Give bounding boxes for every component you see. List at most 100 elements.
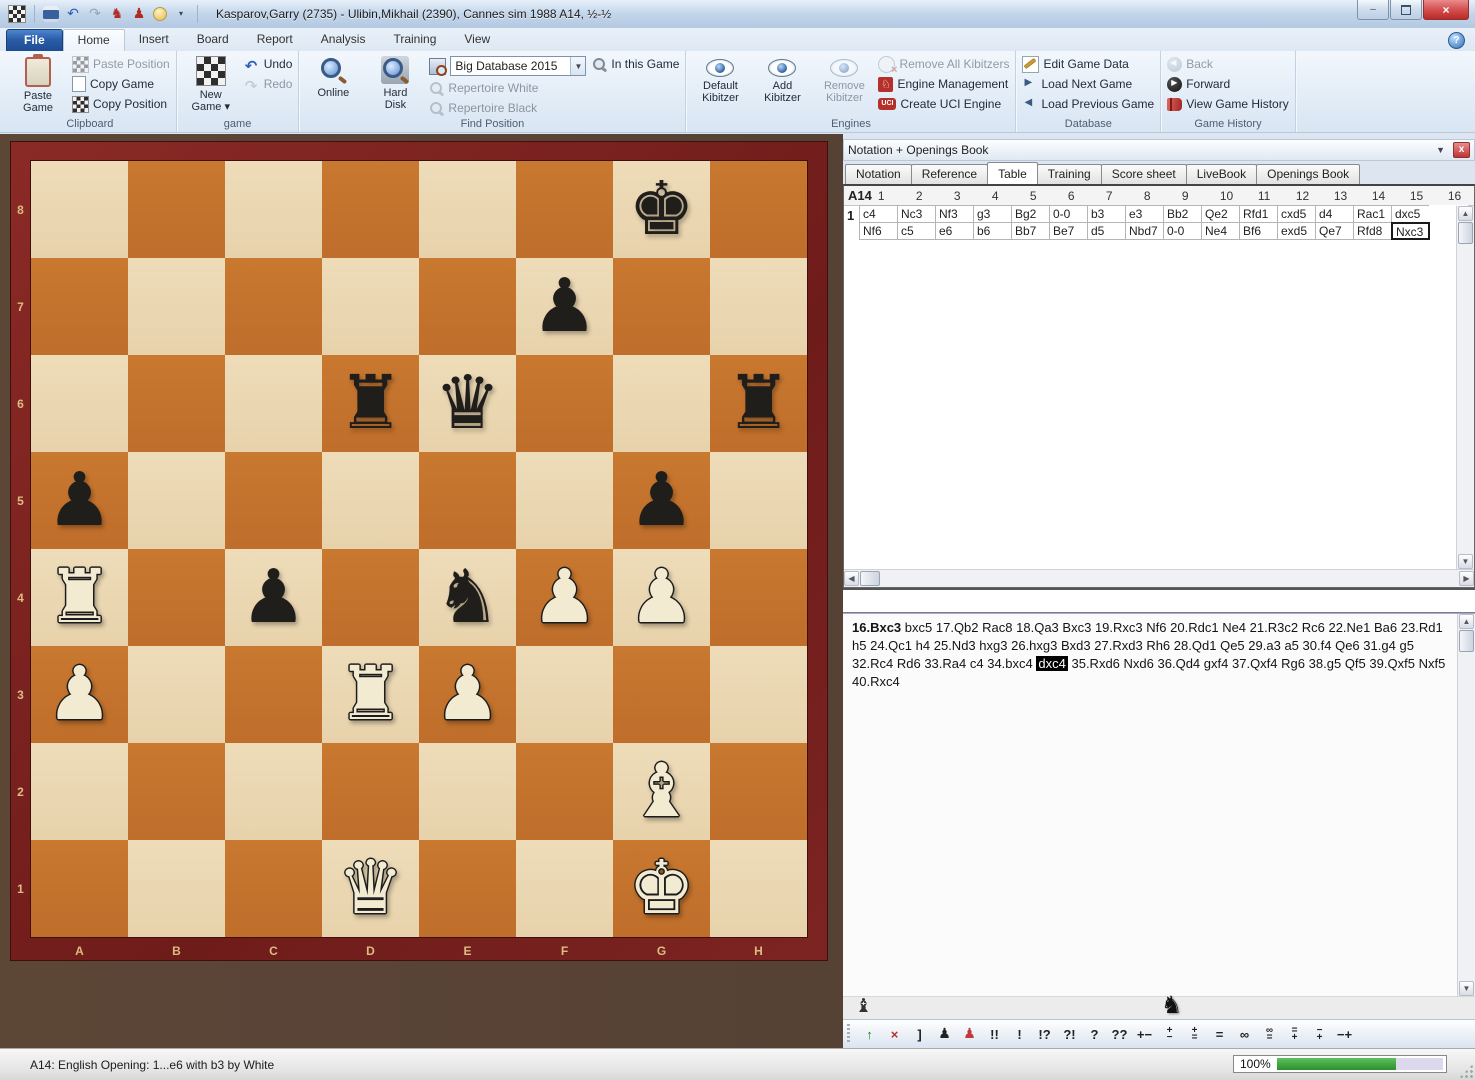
resize-grip[interactable] bbox=[1459, 1064, 1473, 1078]
move-token[interactable]: 22.Ne1 bbox=[1328, 620, 1370, 635]
ribbon-tab-home[interactable]: Home bbox=[63, 29, 125, 51]
move-token[interactable]: h4 bbox=[916, 638, 930, 653]
move-token[interactable]: Nf6 bbox=[1146, 620, 1166, 635]
square-b1[interactable] bbox=[128, 840, 225, 937]
scroll-thumb[interactable] bbox=[860, 571, 880, 586]
black-move-cell-9[interactable]: 0-0 bbox=[1163, 222, 1202, 240]
black-move-cell-4[interactable]: b6 bbox=[973, 222, 1012, 240]
move-token[interactable]: Bxc3 bbox=[1062, 620, 1091, 635]
move-token-current[interactable]: dxc4 bbox=[1036, 656, 1067, 671]
black-move-cell-7[interactable]: d5 bbox=[1087, 222, 1126, 240]
move-token[interactable]: g5 bbox=[1399, 638, 1413, 653]
move-token[interactable]: 17.Qb2 bbox=[936, 620, 979, 635]
move-token[interactable]: Rg6 bbox=[1281, 656, 1305, 671]
black-move-cell-12[interactable]: exd5 bbox=[1277, 222, 1316, 240]
white-slightly-better-button[interactable]: += bbox=[1182, 1023, 1207, 1045]
copy-position-button[interactable]: Copy Position bbox=[72, 96, 170, 112]
square-h5[interactable] bbox=[710, 452, 807, 549]
ribbon-tab-view[interactable]: View bbox=[450, 29, 504, 51]
move-token[interactable]: 24.Qc1 bbox=[870, 638, 912, 653]
minimize-button[interactable]: – bbox=[1357, 0, 1389, 20]
red-pawn-button[interactable]: ♟ bbox=[957, 1023, 982, 1045]
move-token[interactable]: Rd6 bbox=[897, 656, 921, 671]
square-a2[interactable] bbox=[31, 743, 128, 840]
move-token[interactable]: 31.g4 bbox=[1363, 638, 1396, 653]
black-move-cell-3[interactable]: e6 bbox=[935, 222, 974, 240]
move-token[interactable]: 21.R3c2 bbox=[1250, 620, 1298, 635]
database-select[interactable]: Big Database 2015▼ bbox=[450, 56, 586, 76]
white-move-cell-10[interactable]: Qe2 bbox=[1201, 205, 1240, 223]
white-move-cell-3[interactable]: Nf3 bbox=[935, 205, 974, 223]
paste-game-button[interactable]: PasteGame bbox=[10, 54, 66, 116]
panel-tab-notation[interactable]: Notation bbox=[845, 164, 912, 184]
load-previous-game-button[interactable]: Load Previous Game bbox=[1022, 96, 1154, 112]
move-token[interactable]: bxc5 bbox=[905, 620, 932, 635]
equal-button[interactable]: = bbox=[1207, 1023, 1232, 1045]
square-f4[interactable]: ♟ bbox=[516, 549, 613, 646]
scroll-up-icon[interactable]: ▲ bbox=[1459, 614, 1474, 629]
move-token[interactable]: 33.Ra4 bbox=[924, 656, 966, 671]
ribbon-tab-training[interactable]: Training bbox=[379, 29, 450, 51]
square-h7[interactable] bbox=[710, 258, 807, 355]
square-g2[interactable]: ♝ bbox=[613, 743, 710, 840]
ribbon-tab-insert[interactable]: Insert bbox=[125, 29, 183, 51]
square-b8[interactable] bbox=[128, 161, 225, 258]
black-rook-h6[interactable]: ♜ bbox=[710, 355, 807, 452]
white-move-cell-15[interactable]: dxc5 bbox=[1391, 205, 1430, 223]
create-uci-engine-button[interactable]: UCICreate UCI Engine bbox=[878, 96, 1009, 112]
white-move-cell-5[interactable]: Bg2 bbox=[1011, 205, 1050, 223]
black-move-cell-2[interactable]: c5 bbox=[897, 222, 936, 240]
black-move-cell-11[interactable]: Bf6 bbox=[1239, 222, 1278, 240]
move-token[interactable]: c4 bbox=[970, 656, 984, 671]
white-move-cell-8[interactable]: e3 bbox=[1125, 205, 1164, 223]
square-e1[interactable] bbox=[419, 840, 516, 937]
notation-vertical-scrollbar[interactable]: ▲ ▼ bbox=[1457, 614, 1475, 996]
square-g7[interactable] bbox=[613, 258, 710, 355]
compensation-button[interactable]: ∞= bbox=[1257, 1023, 1282, 1045]
move-token[interactable]: Rc6 bbox=[1302, 620, 1325, 635]
move-token[interactable]: a5 bbox=[1284, 638, 1298, 653]
square-f3[interactable] bbox=[516, 646, 613, 743]
online-button[interactable]: Online bbox=[305, 54, 361, 101]
white-bishop-g2[interactable]: ♝ bbox=[613, 743, 710, 840]
table-row[interactable]: 1c4Nf6Nc3c5Nf3e6g3b6Bg2Bb70-0Be7b3d5e3Nb… bbox=[844, 206, 1468, 569]
dubious-move-button[interactable]: ?! bbox=[1057, 1023, 1082, 1045]
square-b4[interactable] bbox=[128, 549, 225, 646]
unclear-button[interactable]: ∞ bbox=[1232, 1023, 1257, 1045]
white-queen-d1[interactable]: ♛ bbox=[322, 840, 419, 937]
black-move-cell-1[interactable]: Nf6 bbox=[859, 222, 898, 240]
new-game-button[interactable]: NewGame ▾ bbox=[183, 54, 239, 115]
move-token[interactable]: Nxd6 bbox=[1124, 656, 1154, 671]
black-pawn-c4[interactable]: ♟ bbox=[225, 549, 322, 646]
move-token[interactable]: 39.Qxf5 bbox=[1369, 656, 1415, 671]
copy-game-button[interactable]: Copy Game bbox=[72, 76, 170, 92]
notation-text[interactable]: 16.Bxc3 bxc5 17.Qb2 Rac8 18.Qa3 Bxc3 19.… bbox=[843, 613, 1475, 996]
black-slightly-better-button[interactable]: =+ bbox=[1282, 1023, 1307, 1045]
delete-button[interactable]: × bbox=[882, 1023, 907, 1045]
move-token[interactable]: 27.Rxd3 bbox=[1094, 638, 1142, 653]
square-g5[interactable]: ♟ bbox=[613, 452, 710, 549]
ribbon-tab-board[interactable]: Board bbox=[183, 29, 243, 51]
square-d2[interactable] bbox=[322, 743, 419, 840]
move-token[interactable]: Qe5 bbox=[1220, 638, 1245, 653]
square-g3[interactable] bbox=[613, 646, 710, 743]
square-c1[interactable] bbox=[225, 840, 322, 937]
square-c8[interactable] bbox=[225, 161, 322, 258]
square-h2[interactable] bbox=[710, 743, 807, 840]
white-move-cell-2[interactable]: Nc3 bbox=[897, 205, 936, 223]
move-token[interactable]: 34.bxc4 bbox=[987, 656, 1033, 671]
white-move-cell-6[interactable]: 0-0 bbox=[1049, 205, 1088, 223]
square-f7[interactable]: ♟ bbox=[516, 258, 613, 355]
move-token[interactable]: 18.Qa3 bbox=[1016, 620, 1059, 635]
move-token[interactable]: Rac8 bbox=[982, 620, 1012, 635]
square-d3[interactable]: ♜ bbox=[322, 646, 419, 743]
square-b2[interactable] bbox=[128, 743, 225, 840]
panel-tab-table[interactable]: Table bbox=[987, 162, 1038, 184]
bracket-button[interactable]: ] bbox=[907, 1023, 932, 1045]
square-e8[interactable] bbox=[419, 161, 516, 258]
move-token[interactable]: 26.hxg3 bbox=[1011, 638, 1057, 653]
white-pawn-g4[interactable]: ♟ bbox=[613, 549, 710, 646]
move-token[interactable]: 36.Qd4 bbox=[1158, 656, 1201, 671]
square-g4[interactable]: ♟ bbox=[613, 549, 710, 646]
square-c5[interactable] bbox=[225, 452, 322, 549]
